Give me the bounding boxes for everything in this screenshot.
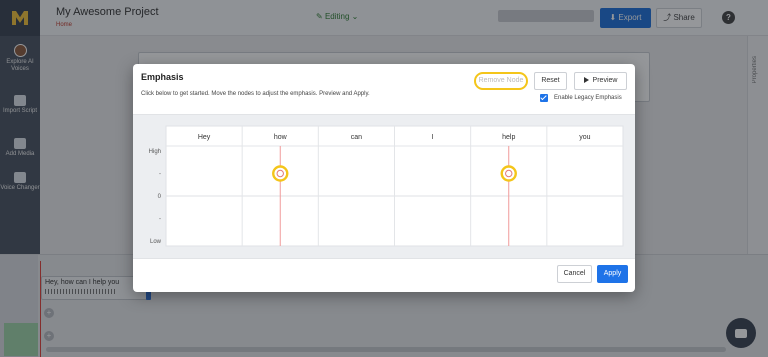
emphasis-chart[interactable]: High - 0 - Low Hey how can Ihelp you — [133, 115, 635, 260]
cancel-button[interactable]: Cancel — [557, 265, 592, 283]
remove-node-button[interactable]: Remove Node — [474, 72, 528, 90]
emphasis-node-core — [276, 169, 284, 178]
y-axis-label: - — [159, 217, 161, 223]
legacy-emphasis-toggle[interactable]: Enable Legacy Emphasis — [540, 94, 622, 102]
apply-button[interactable]: Apply — [597, 265, 628, 283]
y-axis-label: High — [149, 149, 161, 155]
word-label: help — [502, 134, 515, 141]
emphasis-modal: Emphasis Click below to get started. Mov… — [133, 64, 635, 292]
word-label: can — [351, 134, 362, 141]
word-label: I — [432, 134, 434, 141]
word-label: Hey — [198, 134, 211, 141]
y-axis-label: - — [159, 172, 161, 178]
play-icon — [583, 77, 589, 83]
modal-description: Click below to get started. Move the nod… — [141, 91, 370, 97]
preview-button[interactable]: Preview — [574, 72, 627, 90]
preview-label: Preview — [592, 77, 618, 84]
legacy-emphasis-label: Enable Legacy Emphasis — [554, 95, 622, 101]
y-axis-label: 0 — [158, 194, 162, 200]
legacy-emphasis-checkbox[interactable] — [540, 94, 548, 102]
y-axis-label: Low — [150, 239, 162, 245]
modal-title: Emphasis — [141, 72, 184, 82]
reset-button[interactable]: Reset — [534, 72, 567, 90]
word-label: you — [579, 134, 590, 141]
word-label: how — [274, 134, 288, 141]
emphasis-node-core — [505, 169, 513, 178]
emphasis-chart-panel: High - 0 - Low Hey how can Ihelp you — [133, 114, 635, 259]
